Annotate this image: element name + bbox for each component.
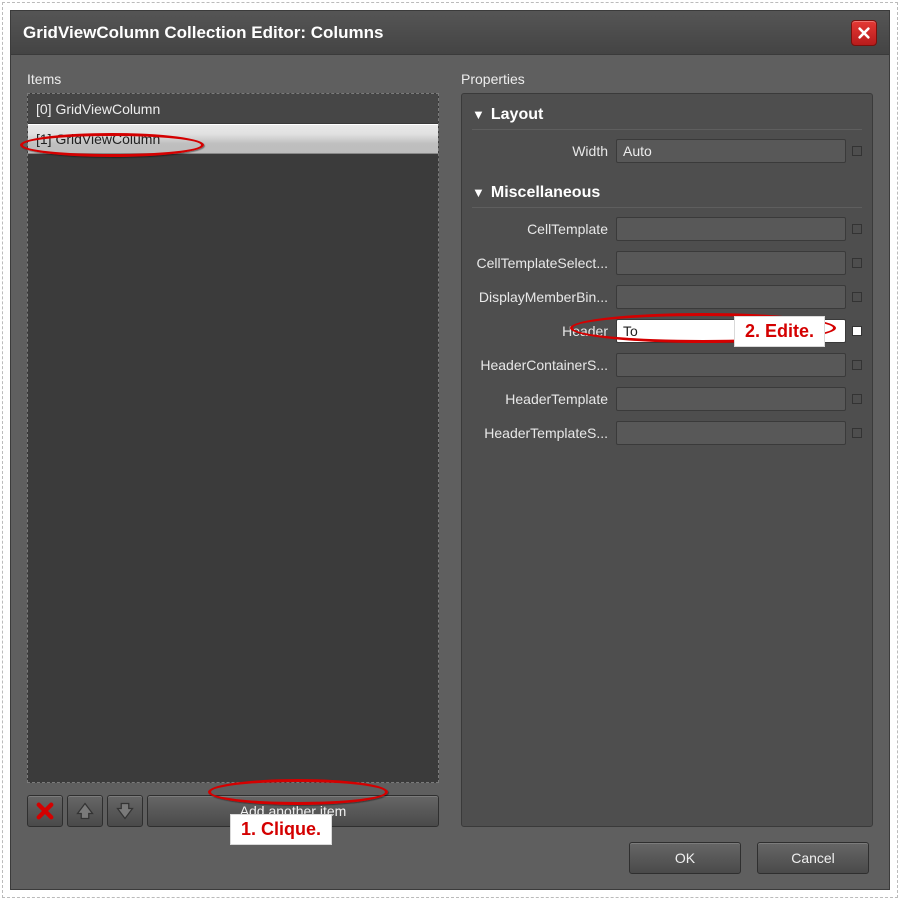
prop-row-celltemplate: CellTemplate: [472, 212, 862, 246]
titlebar: GridViewColumn Collection Editor: Column…: [11, 11, 889, 55]
celltemplate-field[interactable]: [616, 217, 846, 241]
prop-label: CellTemplate: [472, 221, 616, 237]
properties-panel: ▼ Layout Width Auto ▼ Miscellaneous Cell…: [461, 93, 873, 827]
prop-row-displaymemberbinding: DisplayMemberBin...: [472, 280, 862, 314]
list-item-label: [1] GridViewColumn: [36, 131, 160, 147]
items-list[interactable]: [0] GridViewColumn [1] GridViewColumn: [27, 93, 439, 783]
property-marker[interactable]: [852, 258, 862, 268]
prop-label: CellTemplateSelect...: [472, 255, 616, 271]
prop-row-headertemplateselector: HeaderTemplateS...: [472, 416, 862, 450]
dialog-title: GridViewColumn Collection Editor: Column…: [23, 23, 851, 43]
dialog-footer: OK Cancel: [11, 827, 889, 889]
annotation-step1: 1. Clique.: [230, 814, 332, 845]
close-icon: [857, 26, 871, 40]
width-field[interactable]: Auto: [616, 139, 846, 163]
close-button[interactable]: [851, 20, 877, 46]
property-marker[interactable]: [852, 428, 862, 438]
prop-label: HeaderTemplateS...: [472, 425, 616, 441]
property-marker[interactable]: [852, 146, 862, 156]
section-title: Layout: [491, 106, 543, 124]
property-marker[interactable]: [852, 360, 862, 370]
headertemplateselector-field[interactable]: [616, 421, 846, 445]
expand-icon: ▼: [472, 185, 485, 200]
section-layout-header[interactable]: ▼ Layout: [472, 100, 862, 130]
arrow-up-icon: [75, 801, 95, 821]
prop-row-celltemplateselector: CellTemplateSelect...: [472, 246, 862, 280]
prop-row-headercontainerstyle: HeaderContainerS...: [472, 348, 862, 382]
headercontainerstyle-field[interactable]: [616, 353, 846, 377]
prop-label: Header: [472, 323, 616, 339]
displaymemberbinding-field[interactable]: [616, 285, 846, 309]
move-up-button[interactable]: [67, 795, 103, 827]
x-icon: [35, 801, 55, 821]
annotation-step2: 2. Edite.: [734, 316, 825, 347]
move-down-button[interactable]: [107, 795, 143, 827]
prop-row-headertemplate: HeaderTemplate: [472, 382, 862, 416]
property-marker[interactable]: [852, 394, 862, 404]
prop-row-width: Width Auto: [472, 134, 862, 168]
property-marker[interactable]: [852, 292, 862, 302]
collection-editor-dialog: GridViewColumn Collection Editor: Column…: [10, 10, 890, 890]
properties-label: Properties: [461, 71, 873, 87]
prop-label: HeaderContainerS...: [472, 357, 616, 373]
list-item[interactable]: [0] GridViewColumn: [28, 94, 438, 124]
list-item-label: [0] GridViewColumn: [36, 101, 160, 117]
ok-button[interactable]: OK: [629, 842, 741, 874]
property-marker[interactable]: [852, 326, 862, 336]
items-label: Items: [27, 71, 439, 87]
property-marker[interactable]: [852, 224, 862, 234]
arrow-down-icon: [115, 801, 135, 821]
list-item[interactable]: [1] GridViewColumn: [28, 124, 438, 154]
section-title: Miscellaneous: [491, 184, 600, 202]
cancel-button[interactable]: Cancel: [757, 842, 869, 874]
celltemplateselector-field[interactable]: [616, 251, 846, 275]
section-misc-header[interactable]: ▼ Miscellaneous: [472, 178, 862, 208]
delete-item-button[interactable]: [27, 795, 63, 827]
prop-label: Width: [472, 143, 616, 159]
prop-label: DisplayMemberBin...: [472, 289, 616, 305]
prop-label: HeaderTemplate: [472, 391, 616, 407]
expand-icon: ▼: [472, 107, 485, 122]
headertemplate-field[interactable]: [616, 387, 846, 411]
